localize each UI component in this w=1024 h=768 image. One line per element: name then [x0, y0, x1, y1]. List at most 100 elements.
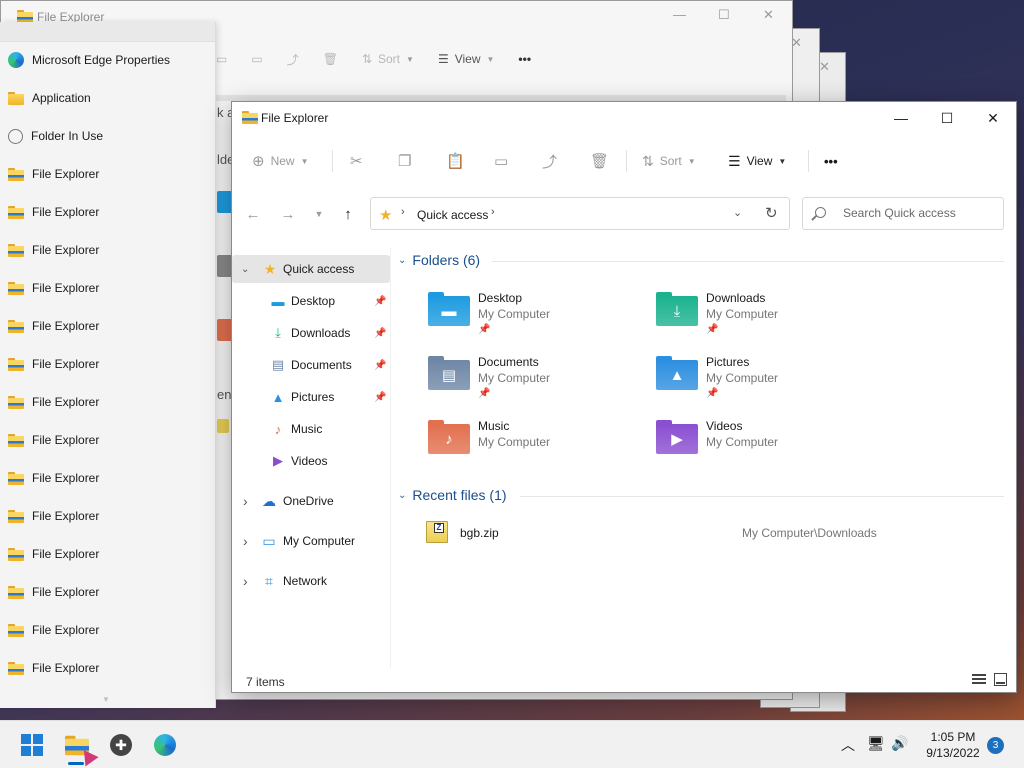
jump-list-item[interactable]: File Explorer	[0, 157, 216, 191]
jump-list-item[interactable]: File Explorer	[0, 537, 216, 571]
minimize-icon: —	[673, 7, 686, 22]
cut-button[interactable]: ✂	[350, 140, 363, 182]
folder-tile-documents[interactable]: ▤ Documents My Computer 📌	[428, 352, 648, 410]
show-hidden-icons-button[interactable]: ︿	[841, 735, 855, 755]
notification-badge[interactable]: 3	[987, 737, 1004, 754]
search-input[interactable]	[843, 206, 993, 220]
background-view: ☰ View ▼	[437, 52, 495, 66]
folder-tile-videos[interactable]: ▶ Videos My Computer	[656, 416, 876, 474]
taskbar-edge[interactable]	[149, 729, 181, 761]
downloads-icon: ⤓	[275, 325, 281, 340]
new-button[interactable]: ⊕ New ▼	[252, 140, 309, 182]
nav-item-network[interactable]: › ⌗ Network	[232, 567, 390, 595]
taskbar-app-gamepad[interactable]: ✚	[105, 729, 137, 761]
jump-list-item[interactable]: File Explorer	[0, 309, 216, 343]
chevron-down-icon[interactable]: ⌄	[241, 264, 249, 275]
chevron-down-icon: ▼	[778, 156, 787, 166]
nav-item-quick-access[interactable]: ⌄ ★ Quick access	[232, 255, 390, 283]
jump-list-item[interactable]: File Explorer	[0, 195, 216, 229]
recent-file-row[interactable]: Z bgb.zip My Computer\Downloads	[426, 520, 986, 548]
pin-icon[interactable]: 📌	[374, 360, 386, 371]
pin-icon[interactable]: 📌	[374, 328, 386, 339]
sort-icon: ⇅	[642, 152, 654, 169]
jump-list-item[interactable]: File Explorer	[0, 575, 216, 609]
explorer-icon	[8, 205, 24, 219]
address-bar[interactable]: ★ › Quick access › ⌄ ↻	[370, 197, 790, 230]
nav-item-pictures[interactable]: ▲ Pictures 📌	[232, 383, 390, 411]
jump-list-item[interactable]: Application	[0, 81, 216, 115]
back-button[interactable]: ←	[241, 202, 265, 226]
folders-header-label: Folders (6)	[412, 252, 481, 268]
window-title: File Explorer	[261, 111, 329, 125]
maximize-button[interactable]: ☐	[924, 102, 970, 134]
copy-button[interactable]: ❐	[398, 140, 411, 182]
jump-list-item[interactable]: File Explorer	[0, 613, 216, 647]
clock[interactable]: 1:05 PM 9/13/2022	[918, 729, 988, 761]
folder-tile-music[interactable]: ♪ Music My Computer	[428, 416, 648, 474]
close-button[interactable]: ✕	[970, 102, 1016, 134]
search-box[interactable]	[802, 197, 1004, 230]
chevron-down-icon[interactable]: ⌄	[398, 255, 406, 266]
pane-divider[interactable]	[390, 248, 391, 668]
jump-list-item[interactable]: File Explorer	[0, 347, 216, 381]
volume-icon[interactable]: 🔊	[891, 735, 908, 752]
rename-button[interactable]: ▭	[494, 140, 508, 182]
jump-list-item[interactable]: File Explorer	[0, 233, 216, 267]
up-button[interactable]: ↑	[336, 202, 360, 226]
view-button[interactable]: ☰ View ▼	[728, 140, 786, 182]
nav-item-music[interactable]: ♪ Music	[232, 415, 390, 443]
refresh-button[interactable]: ↻	[765, 204, 778, 222]
chevron-down-icon[interactable]: ▼	[102, 695, 110, 704]
jump-list-item[interactable]: File Explorer	[0, 461, 216, 495]
chevron-right-icon[interactable]: ›	[401, 206, 405, 218]
jump-list-item[interactable]: File Explorer	[0, 499, 216, 533]
pin-icon[interactable]: 📌	[374, 296, 386, 307]
start-button[interactable]	[16, 729, 48, 761]
folder-tile-downloads[interactable]: ⤓ Downloads My Computer 📌	[656, 288, 876, 346]
forward-button[interactable]: →	[276, 202, 300, 226]
nav-item-downloads[interactable]: ⤓ Downloads 📌	[232, 319, 390, 347]
folder-documents-icon: ▤	[428, 356, 470, 390]
folder-tile-desktop[interactable]: ▬ Desktop My Computer 📌	[428, 288, 648, 346]
pin-icon[interactable]: 📌	[374, 392, 386, 403]
jump-list-label: File Explorer	[32, 395, 100, 409]
chevron-right-icon[interactable]: ›	[491, 206, 495, 218]
see-more-button[interactable]: •••	[824, 140, 838, 182]
jump-list-item[interactable]: File Explorer	[0, 385, 216, 419]
nav-item-documents[interactable]: ▤ Documents 📌	[232, 351, 390, 379]
jump-list-item[interactable]: File Explorer	[0, 271, 216, 305]
explorer-icon	[8, 471, 24, 485]
details-view-button[interactable]	[972, 674, 986, 686]
share-button[interactable]: ⤴	[542, 140, 557, 182]
taskbar-jump-list: Microsoft Edge Properties Application Fold…	[0, 22, 216, 708]
breadcrumb-quick-access[interactable]: Quick access	[417, 208, 488, 222]
delete-button[interactable]: 🗑	[590, 140, 609, 182]
sort-button[interactable]: ⇅ Sort ▼	[642, 140, 696, 182]
nav-item-my-computer[interactable]: › ▭ My Computer	[232, 527, 390, 555]
chevron-right-icon[interactable]: ›	[243, 533, 248, 549]
clipboard-icon: 📋	[446, 153, 465, 170]
jump-list-item[interactable]: Folder In Use	[0, 119, 216, 153]
jump-list-item[interactable]: File Explorer	[0, 423, 216, 457]
minimize-button[interactable]: —	[878, 102, 924, 134]
nav-item-onedrive[interactable]: › ☁ OneDrive	[232, 487, 390, 515]
folder-tile-pictures[interactable]: ▲ Pictures My Computer 📌	[656, 352, 876, 410]
chevron-down-icon[interactable]: ⌄	[398, 490, 406, 501]
folder-name: Pictures	[706, 355, 750, 369]
address-dropdown-button[interactable]: ⌄	[733, 206, 742, 219]
chevron-right-icon[interactable]: ›	[243, 493, 248, 509]
recent-section-header[interactable]: ⌄ Recent files (1)	[398, 487, 507, 503]
recent-locations-button[interactable]: ▼	[307, 202, 331, 226]
nav-item-desktop[interactable]: ▬ Desktop 📌	[232, 287, 390, 315]
chevron-right-icon[interactable]: ›	[243, 573, 248, 589]
network-icon[interactable]: 🖥	[867, 735, 885, 752]
nav-item-videos[interactable]: ▶ Videos	[232, 447, 390, 475]
title-bar[interactable]: File Explorer — ☐ ✕	[232, 102, 1016, 134]
paste-button[interactable]: 📋	[446, 140, 465, 182]
jump-list-item[interactable]: File Explorer	[0, 651, 216, 685]
tiles-view-button[interactable]	[994, 673, 1007, 686]
folders-section-header[interactable]: ⌄ Folders (6)	[398, 252, 480, 268]
folder-location: My Computer	[478, 371, 551, 385]
jump-list-item[interactable]: Microsoft Edge Properties	[0, 43, 216, 77]
jump-list-label: Microsoft Edge Properties	[32, 53, 171, 67]
